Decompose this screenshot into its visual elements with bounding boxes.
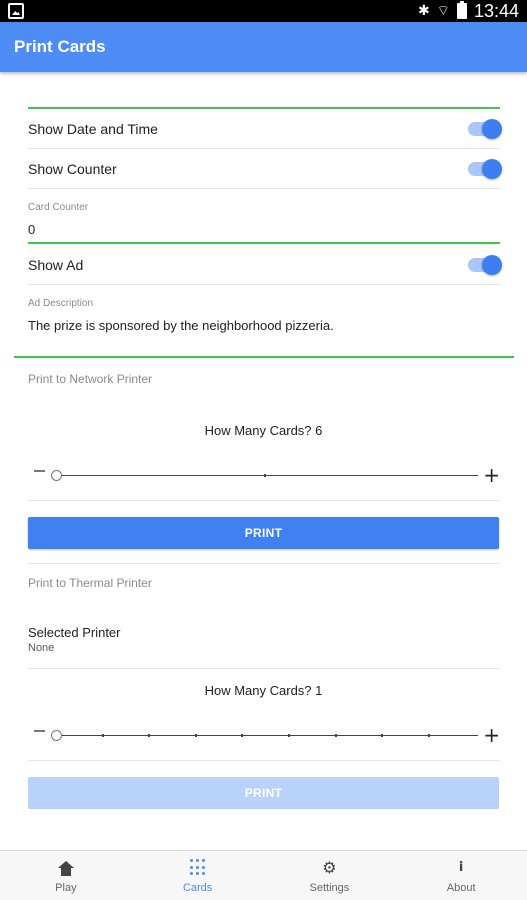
slider-thumb[interactable] (51, 730, 62, 741)
network-cards-slider[interactable]: + (28, 464, 502, 488)
nav-settings[interactable]: ⚙ Settings (264, 851, 396, 900)
network-printer-section-title: Print to Network Printer (28, 372, 153, 386)
decrease-icon[interactable] (34, 730, 45, 732)
nav-play[interactable]: Play (0, 851, 132, 900)
show-date-time-toggle[interactable] (468, 119, 502, 139)
network-print-button[interactable]: PRINT (28, 517, 499, 549)
bluetooth-icon: ✱ (418, 3, 430, 19)
slider-tick (428, 734, 430, 737)
slider-tick (381, 734, 383, 737)
show-counter-toggle[interactable] (468, 159, 502, 179)
nav-cards[interactable]: Cards (132, 851, 264, 900)
card-counter-underline (28, 242, 500, 244)
ad-description-underline (14, 356, 514, 358)
increase-icon[interactable]: + (483, 465, 500, 485)
slider-tick (288, 734, 290, 737)
toggle-knob (482, 159, 502, 179)
slider-thumb[interactable] (51, 470, 62, 481)
card-counter-label: Card Counter (28, 202, 89, 213)
toggle-knob (482, 255, 502, 275)
app-bar: Print Cards (0, 22, 527, 72)
divider (28, 563, 500, 564)
info-icon: i (458, 860, 464, 875)
slider-track[interactable] (56, 475, 478, 476)
thermal-how-many-label: How Many Cards? 1 (204, 683, 323, 698)
show-ad-row[interactable]: Show Ad (28, 245, 502, 285)
card-counter-input[interactable]: 0 (28, 222, 35, 237)
slider-tick (264, 474, 266, 477)
thermal-cards-slider[interactable]: + (28, 724, 502, 748)
slider-track[interactable] (56, 735, 478, 736)
gear-icon: ⚙ (322, 858, 337, 877)
show-date-time-row[interactable]: Show Date and Time (28, 109, 502, 149)
home-icon (57, 861, 74, 876)
nav-play-label: Play (55, 882, 77, 894)
nav-about-label: About (446, 882, 476, 894)
slider-tick (102, 734, 104, 737)
divider (28, 760, 500, 761)
show-counter-row[interactable]: Show Counter (28, 149, 502, 189)
nav-about[interactable]: i About (395, 851, 527, 900)
increase-icon[interactable]: + (483, 725, 500, 745)
divider (28, 500, 500, 501)
thermal-print-button[interactable]: PRINT (28, 777, 499, 809)
gallery-icon (8, 3, 24, 19)
nav-cards-label: Cards (182, 882, 213, 894)
ad-description-label: Ad Description (28, 298, 94, 309)
slider-tick (335, 734, 337, 737)
slider-tick (148, 734, 150, 737)
show-counter-label: Show Counter (28, 161, 117, 177)
status-bar: ✱ ⌔ 13:44 (0, 0, 527, 22)
decrease-icon[interactable] (34, 470, 45, 472)
show-ad-toggle[interactable] (468, 255, 502, 275)
page-title: Print Cards (14, 37, 106, 56)
grid-dots-icon (189, 859, 206, 877)
print-cards-form: Show Date and Time Show Counter Card Cou… (0, 72, 527, 850)
battery-icon (456, 1, 467, 19)
selected-printer-label: Selected Printer (28, 625, 121, 640)
ad-description-input[interactable]: The prize is sponsored by the neighborho… (28, 318, 334, 333)
thermal-printer-section-title: Print to Thermal Printer (28, 576, 152, 590)
show-date-time-label: Show Date and Time (28, 121, 158, 137)
selected-printer-value: None (28, 642, 55, 654)
show-ad-label: Show Ad (28, 257, 84, 273)
slider-tick (195, 734, 197, 737)
bottom-navigation: Play Cards ⚙ Settings i About (0, 850, 527, 900)
wifi-icon: ⌔ (436, 3, 450, 19)
toggle-knob (482, 119, 502, 139)
status-time: 13:44 (473, 1, 519, 21)
status-icons: ✱ ⌔ 13:44 (418, 0, 519, 22)
slider-tick (241, 734, 243, 737)
nav-settings-label: Settings (309, 882, 350, 894)
network-how-many-label: How Many Cards? 6 (204, 423, 323, 438)
selected-printer-row[interactable]: Selected Printer None (28, 618, 500, 669)
